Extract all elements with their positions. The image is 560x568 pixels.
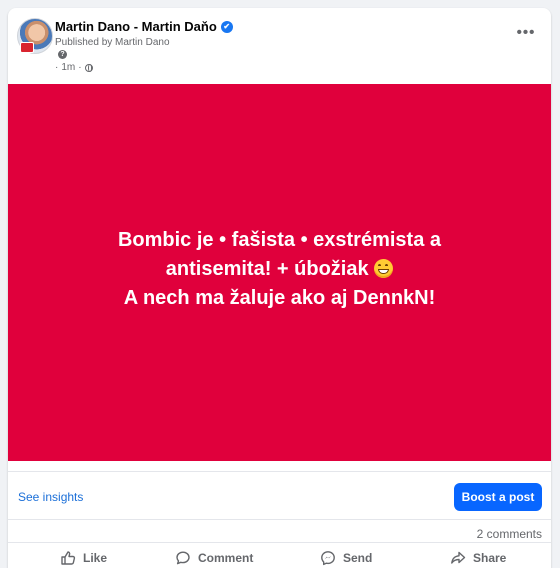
post-image-text: Bombic je • fašista • exstrémista a anti…	[118, 226, 441, 313]
send-button[interactable]: Send	[320, 550, 372, 566]
like-button[interactable]: Like	[60, 550, 107, 566]
post-card: Martin Dano - Martin Daňo ✔ Published by…	[8, 8, 551, 568]
messenger-icon	[321, 551, 335, 566]
see-insights-link[interactable]: See insights	[18, 490, 83, 504]
image-text-line-2-wrap: antisemita! + úbožiak	[118, 255, 441, 284]
image-text-line-1: Bombic je • fašista • exstrémista a	[117, 229, 442, 251]
share-label: Share	[473, 551, 507, 565]
insights-bar: See insights Boost a post	[8, 471, 551, 524]
post-header: Martin Dano - Martin Daňo ✔	[55, 19, 233, 34]
author-name[interactable]: Martin Dano - Martin Daňo	[55, 19, 217, 34]
help-icon[interactable]: ?	[58, 50, 67, 59]
meta-separator: ·	[78, 62, 82, 73]
meta-separator: ·	[55, 62, 59, 73]
boost-post-button[interactable]: Boost a post	[454, 483, 542, 511]
post-time[interactable]: 1m	[61, 62, 75, 73]
image-text-line-2: antisemita! + úbožiak	[165, 258, 369, 280]
thumbs-up-icon	[61, 551, 76, 565]
share-arrow-icon	[451, 551, 466, 564]
published-by-text: Published by Martin Dano	[55, 37, 170, 48]
verified-badge-icon: ✔	[220, 20, 233, 33]
post-meta: · 1m ·	[55, 62, 93, 73]
action-bar: Like Comment Send Share	[8, 542, 551, 568]
globe-icon[interactable]	[84, 63, 93, 72]
comment-label: Comment	[198, 551, 254, 565]
speech-bubble-icon	[176, 551, 190, 565]
grinning-face-icon	[374, 259, 394, 278]
more-options-button[interactable]: •••	[512, 22, 540, 42]
flag-badge-icon	[20, 42, 34, 53]
share-button[interactable]: Share	[450, 550, 506, 566]
image-text-line-3: A nech ma žaluje ako aj DennkN!	[123, 287, 436, 309]
post-image[interactable]: Bombic je • fašista • exstrémista a anti…	[8, 84, 551, 461]
comment-button[interactable]: Comment	[175, 550, 253, 566]
like-label: Like	[83, 551, 108, 565]
send-label: Send	[343, 551, 373, 565]
comments-count-link[interactable]: 2 comments	[477, 527, 542, 541]
